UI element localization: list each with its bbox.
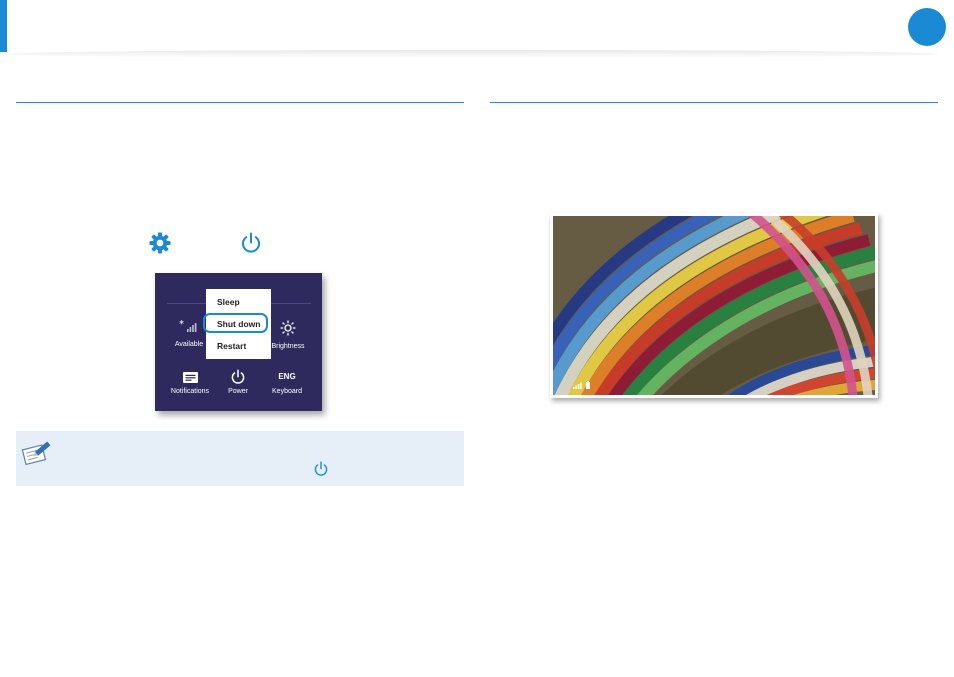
notifications-icon bbox=[183, 372, 198, 383]
tile-label-keyboard: Keyboard bbox=[272, 388, 302, 395]
power-options-menu: Sleep Shut down Restart bbox=[203, 289, 271, 359]
settings-charm-panel: * Available Brightness Notifications Pow… bbox=[155, 273, 322, 411]
left-section-rule bbox=[16, 102, 464, 103]
right-section-rule bbox=[490, 102, 938, 103]
lock-screen-frame bbox=[550, 213, 878, 398]
header-divider bbox=[8, 50, 938, 58]
header-accent-bar bbox=[0, 0, 7, 52]
memo-pencil-icon bbox=[21, 441, 51, 466]
menu-item-restart[interactable]: Restart bbox=[217, 341, 246, 351]
tile-power[interactable]: Power bbox=[210, 369, 266, 401]
power-icon bbox=[314, 461, 328, 476]
lock-screen-image bbox=[553, 216, 875, 395]
colored-paper-wallpaper bbox=[553, 216, 875, 395]
signal-icon bbox=[573, 382, 582, 389]
menu-item-sleep[interactable]: Sleep bbox=[217, 297, 240, 307]
power-icon bbox=[231, 369, 245, 384]
tile-label-power: Power bbox=[228, 388, 248, 395]
brightness-icon bbox=[280, 320, 296, 336]
gear-icon bbox=[148, 231, 172, 255]
tile-keyboard[interactable]: ENG Keyboard bbox=[259, 371, 315, 401]
shut-down-highlight bbox=[203, 313, 268, 333]
power-icon bbox=[239, 231, 263, 255]
keyboard-language-indicator: ENG bbox=[278, 372, 296, 381]
note-box bbox=[16, 431, 464, 486]
svg-text:*: * bbox=[179, 319, 184, 330]
network-icon: * bbox=[179, 319, 197, 332]
page-number-badge bbox=[908, 8, 946, 46]
battery-icon bbox=[586, 381, 590, 389]
